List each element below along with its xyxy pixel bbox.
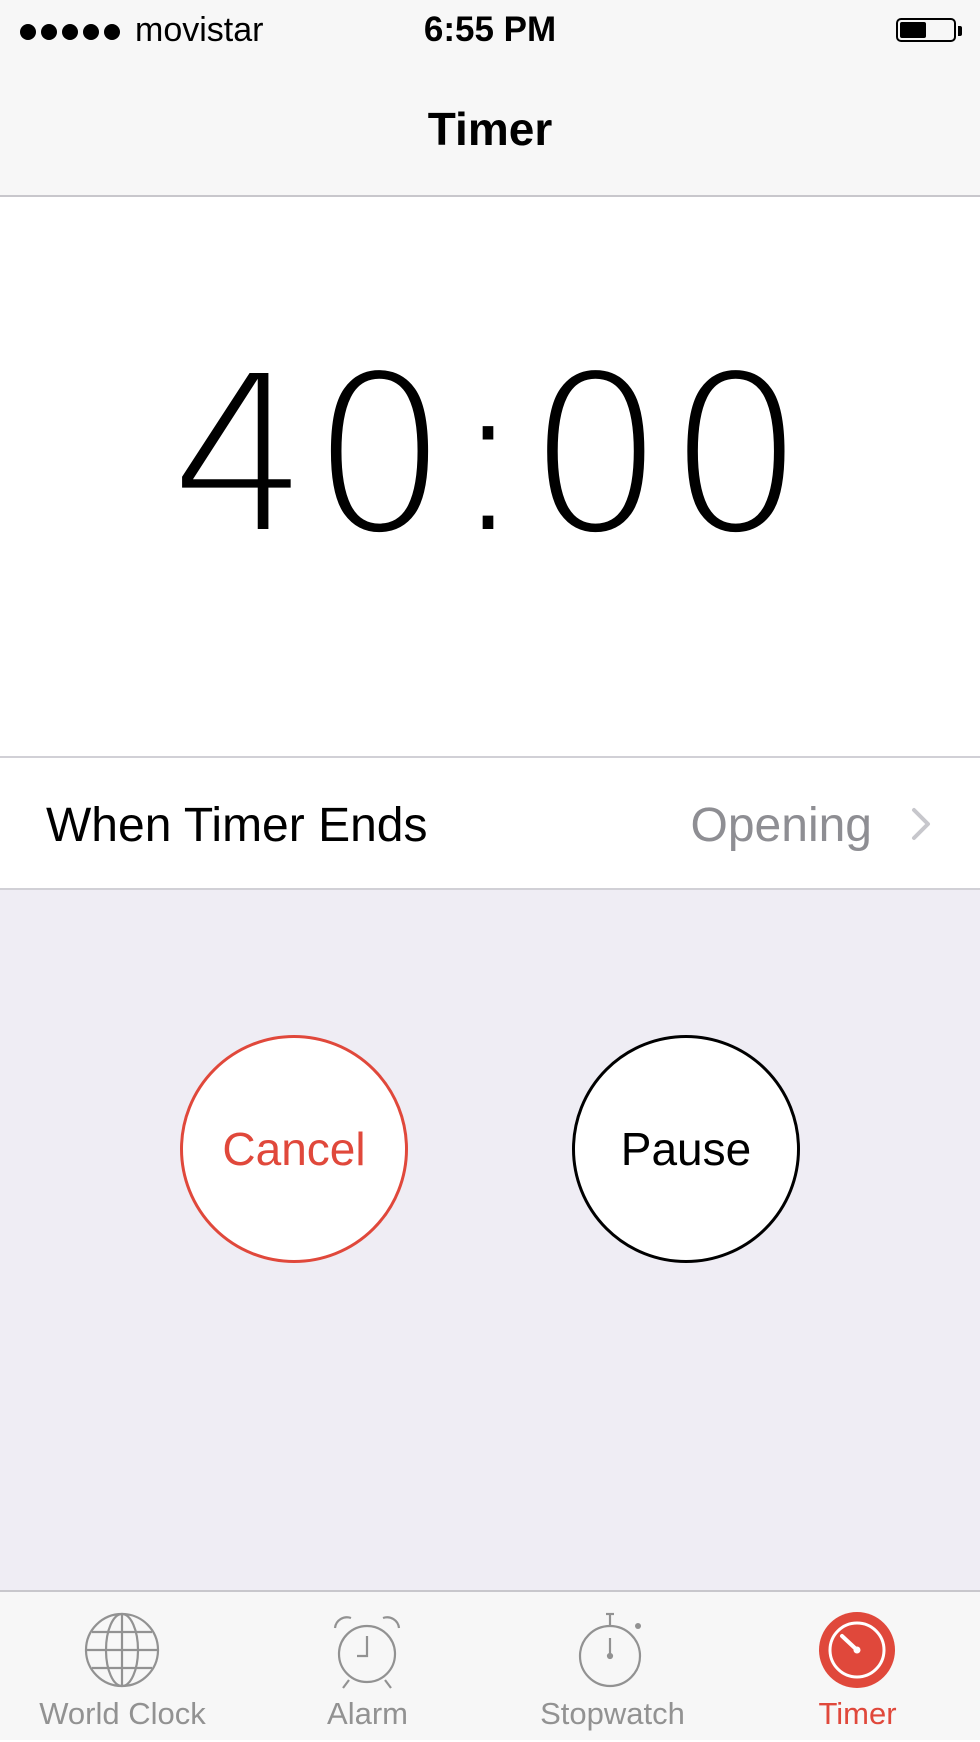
tab-world-clock[interactable]: World Clock <box>0 1592 245 1742</box>
page-title: Timer <box>427 103 553 155</box>
status-time: 6:55 PM <box>423 10 557 49</box>
globe-icon <box>84 1612 160 1688</box>
alarm-clock-icon <box>333 1616 401 1689</box>
cancel-button[interactable]: Cancel <box>180 1035 408 1263</box>
chevron-right-icon <box>912 808 930 840</box>
stopwatch-icon <box>578 1612 642 1688</box>
tab-bar: World Clock Alarm Stopwatch Timer <box>0 1590 980 1740</box>
tab-label: World Clock <box>39 1696 206 1731</box>
timer-controls: Cancel Pause <box>0 890 980 1590</box>
when-timer-ends-label: When Timer Ends <box>46 799 428 852</box>
pause-button[interactable]: Pause <box>572 1035 800 1263</box>
tab-label: Timer <box>818 1696 897 1731</box>
tab-label: Alarm <box>327 1696 408 1731</box>
navigation-bar: Timer <box>0 64 980 197</box>
when-timer-ends-value: Opening <box>690 799 872 852</box>
tab-stopwatch[interactable]: Stopwatch <box>490 1592 735 1742</box>
timer-icon <box>819 1612 895 1688</box>
status-bar: movistar 6:55 PM <box>0 0 980 64</box>
when-timer-ends-row[interactable]: When Timer Ends Opening <box>0 756 980 890</box>
battery-icon <box>896 18 962 46</box>
tab-label: Stopwatch <box>540 1696 685 1731</box>
tab-alarm[interactable]: Alarm <box>245 1592 490 1742</box>
tab-timer[interactable]: Timer <box>735 1592 980 1742</box>
countdown-text: 40:00 <box>171 331 809 580</box>
timer-display: 40:00 <box>0 197 980 757</box>
